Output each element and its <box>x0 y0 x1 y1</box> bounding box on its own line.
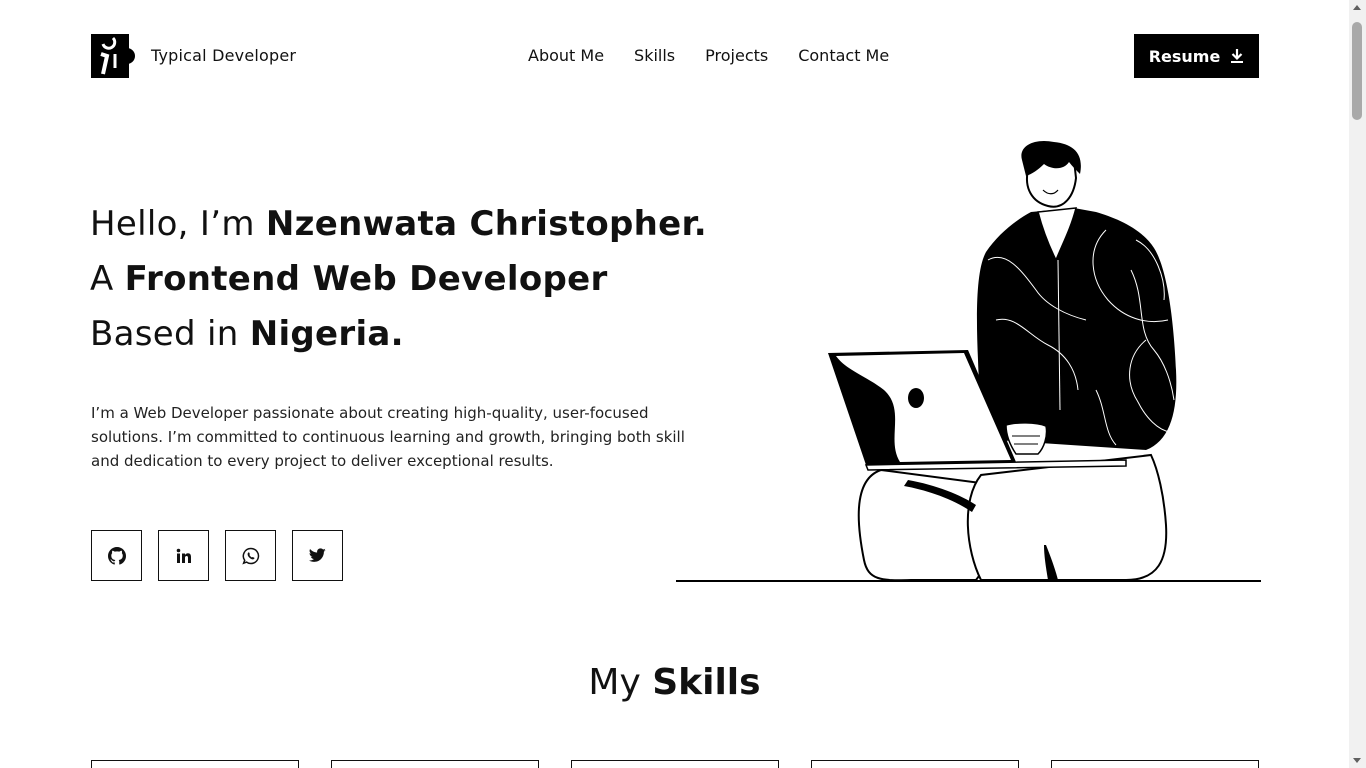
linkedin-icon <box>176 548 191 563</box>
hero-line-role: A Frontend Web Developer <box>90 259 608 299</box>
twitter-icon <box>309 548 326 562</box>
github-link[interactable] <box>91 530 142 581</box>
scrollbar-thumb[interactable] <box>1352 22 1362 120</box>
page: Typical Developer About Me Skills Projec… <box>0 0 1349 768</box>
hero-intro-paragraph: I’m a Web Developer passionate about cre… <box>91 404 685 470</box>
scroll-down-arrow-icon[interactable] <box>1353 758 1361 763</box>
hero-role: Frontend Web Developer <box>124 259 608 299</box>
hero-location: Nigeria. <box>249 314 404 354</box>
whatsapp-icon <box>241 547 259 564</box>
skills-title-bold: Skills <box>652 662 761 703</box>
scroll-up-arrow-icon[interactable] <box>1353 5 1361 10</box>
resume-label: Resume <box>1148 46 1221 66</box>
main-nav: About Me Skills Projects Contact Me <box>528 46 889 65</box>
logo-icon[interactable] <box>91 34 135 78</box>
skill-card <box>91 760 299 768</box>
skill-cards <box>91 760 1259 768</box>
hero-line-location: Based in Nigeria. <box>90 314 404 354</box>
nav-projects[interactable]: Projects <box>705 46 768 65</box>
brand-name[interactable]: Typical Developer <box>151 46 296 65</box>
hero-name: Nzenwata Christopher. <box>265 204 707 244</box>
resume-button[interactable]: Resume <box>1134 34 1259 78</box>
linkedin-link[interactable] <box>158 530 209 581</box>
nav-skills[interactable]: Skills <box>634 46 675 65</box>
skill-card <box>811 760 1019 768</box>
hero-line-greeting: Hello, I’m Nzenwata Christopher. <box>90 204 707 244</box>
social-links <box>91 530 343 581</box>
skill-card <box>1051 760 1259 768</box>
hero-location-prefix: Based in <box>90 314 250 354</box>
vertical-scrollbar[interactable] <box>1349 0 1366 768</box>
github-icon <box>107 546 126 565</box>
hero-role-prefix: A <box>90 259 125 299</box>
nav-contact-me[interactable]: Contact Me <box>798 46 889 65</box>
skills-title-prefix: My <box>588 662 653 703</box>
twitter-link[interactable] <box>292 530 343 581</box>
skills-section-title: My Skills <box>0 662 1349 703</box>
skill-card <box>571 760 779 768</box>
developer-illustration <box>676 140 1261 582</box>
whatsapp-link[interactable] <box>225 530 276 581</box>
skill-card <box>331 760 539 768</box>
nav-about-me[interactable]: About Me <box>528 46 604 65</box>
download-icon <box>1231 49 1244 63</box>
hero-greeting-text: Hello, I’m <box>90 204 266 244</box>
